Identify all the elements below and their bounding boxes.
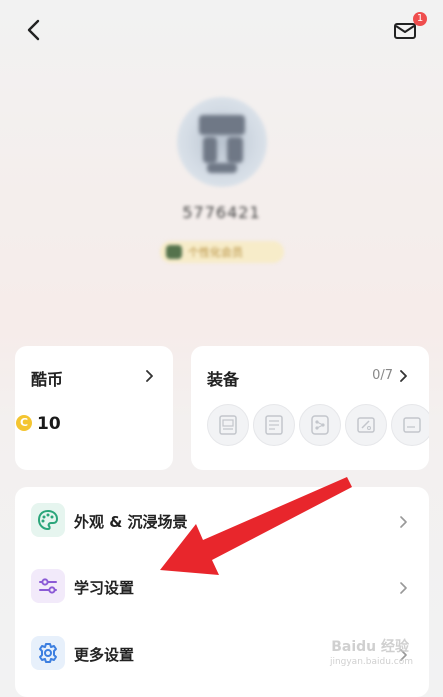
notification-badge: 1 (413, 12, 427, 26)
pen-icon (357, 417, 375, 433)
settings-row-label: 学习设置 (74, 579, 135, 597)
chevron-left-icon (27, 19, 40, 41)
chevron-right-icon (146, 370, 153, 382)
watermark-url: jingyan.baidu.com (329, 657, 413, 667)
coin-value: 10 (37, 414, 61, 434)
vip-badge[interactable]: 个性化会员 (160, 241, 284, 263)
coin-icon: C (16, 415, 32, 431)
frame-icon (219, 415, 237, 435)
gear-icon (31, 636, 65, 670)
back-button[interactable] (22, 16, 48, 44)
chevron-right-icon (400, 370, 407, 382)
equipment-slot[interactable] (391, 404, 429, 446)
watermark-logo: Baidu 经验 (331, 639, 409, 655)
mail-button[interactable]: 1 (393, 12, 427, 44)
card-icon (265, 415, 283, 435)
equipment-count: 0/7 (372, 368, 393, 383)
top-bar: 1 (0, 0, 443, 60)
settings-row-label: 外观 & 沉浸场景 (74, 513, 188, 531)
equipment-slot[interactable] (345, 404, 387, 446)
sliders-icon (31, 569, 65, 603)
settings-row-study[interactable]: 学习设置 (15, 555, 429, 621)
equipment-slot[interactable] (253, 404, 295, 446)
panel-icon (403, 417, 421, 433)
vip-label: 个性化会员 (188, 246, 243, 259)
equipment-title: 装备 (207, 370, 240, 389)
palette-icon (31, 503, 65, 537)
chevron-right-icon (400, 582, 407, 594)
chevron-right-icon (400, 516, 407, 528)
avatar[interactable] (177, 97, 267, 187)
coins-card[interactable]: 酷币 (15, 346, 173, 470)
settings-row-appearance[interactable]: 外观 & 沉浸场景 (15, 489, 429, 555)
equipment-card[interactable]: 装备 0/7 (191, 346, 429, 470)
equipment-slot[interactable] (207, 404, 249, 446)
settings-row-label: 更多设置 (74, 646, 135, 664)
tree-icon (311, 415, 329, 435)
username: 5776421 (182, 203, 261, 222)
coins-title: 酷币 (31, 370, 64, 389)
vip-icon (166, 245, 182, 259)
equipment-slot[interactable] (299, 404, 341, 446)
